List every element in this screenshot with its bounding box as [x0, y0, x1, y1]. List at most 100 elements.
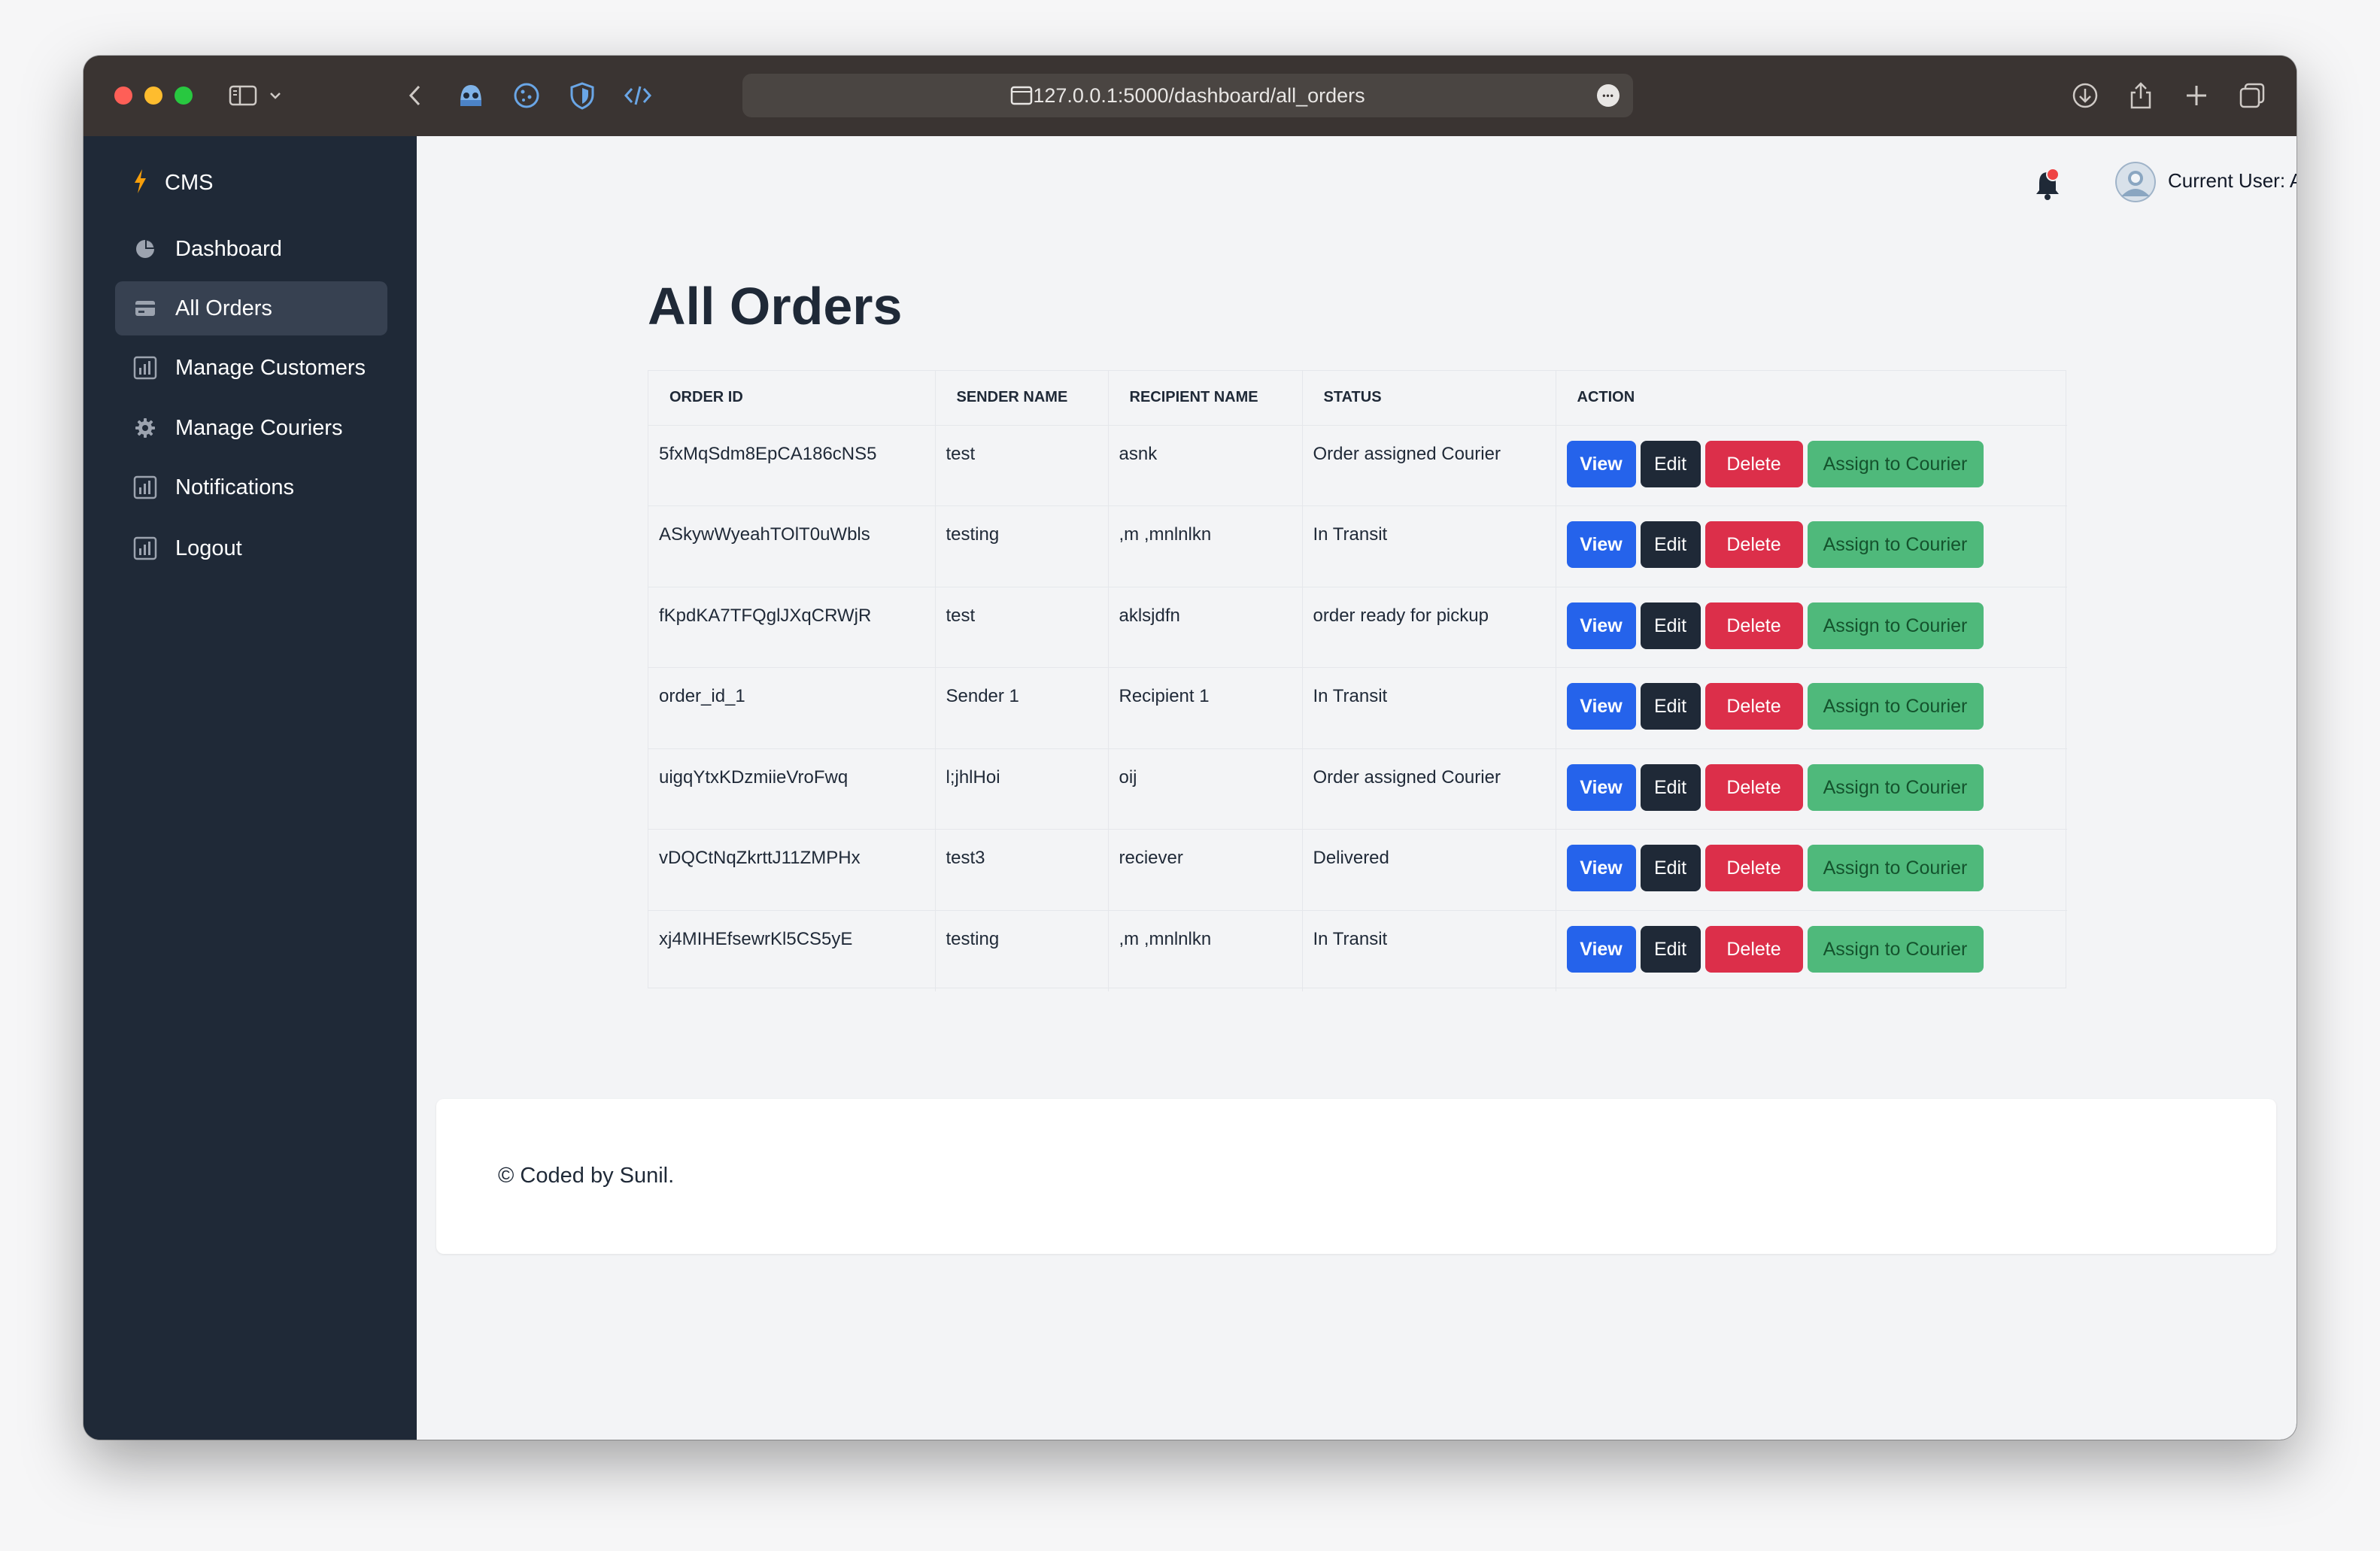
order-id-cell: uigqYtxKDzmiieVroFwq: [648, 748, 936, 830]
sender-name-cell: testing: [935, 910, 1109, 991]
sidebar-toggle-icon[interactable]: [226, 78, 261, 113]
table-row: fKpdKA7TFQglJXqCRWjR test aklsjdfn order…: [648, 587, 2067, 668]
back-arrow-icon[interactable]: [398, 78, 433, 113]
bar-chart-icon: [132, 535, 159, 562]
column-header-sender-name: SENDER NAME: [935, 371, 1109, 426]
sender-name-cell: Sender 1: [935, 667, 1109, 749]
download-icon[interactable]: [2068, 78, 2102, 113]
chevron-down-icon[interactable]: [264, 78, 287, 113]
action-cell: View Edit Delete Assign to Courier: [1556, 505, 2067, 587]
view-button[interactable]: View: [1566, 521, 1636, 568]
lightning-icon: [132, 168, 148, 199]
delete-button[interactable]: Delete: [1705, 763, 1803, 811]
pie-chart-icon: [132, 235, 159, 263]
status-cell: Order assigned Courier: [1302, 748, 1556, 830]
url-text: 127.0.0.1:5000/dashboard/all_orders: [1033, 84, 1365, 107]
view-button[interactable]: View: [1566, 683, 1636, 730]
new-tab-icon[interactable]: [2179, 78, 2214, 113]
order-id-cell: 5fxMqSdm8EpCA186cNS5: [648, 425, 936, 506]
assign-to-courier-button[interactable]: Assign to Courier: [1807, 925, 1984, 973]
edit-button[interactable]: Edit: [1640, 683, 1701, 730]
more-options-icon[interactable]: •••: [1597, 84, 1620, 107]
order-id-cell: ASkywWyeahTOlT0uWbls: [648, 505, 936, 587]
assign-to-courier-button[interactable]: Assign to Courier: [1807, 763, 1984, 811]
edit-button[interactable]: Edit: [1640, 925, 1701, 973]
browser-toolbar: 127.0.0.1:5000/dashboard/all_orders •••: [83, 56, 2297, 136]
tab-overview-icon[interactable]: [2235, 78, 2269, 113]
zoom-window-button[interactable]: [175, 87, 193, 105]
action-cell: View Edit Delete Assign to Courier: [1556, 425, 2067, 506]
action-cell: View Edit Delete Assign to Courier: [1556, 748, 2067, 830]
sidebar-item-manage-couriers[interactable]: Manage Couriers: [115, 401, 387, 455]
browser-window: 127.0.0.1:5000/dashboard/all_orders ••• …: [83, 56, 2297, 1440]
sender-name-cell: l;jhlHoi: [935, 748, 1109, 830]
table-row: uigqYtxKDzmiieVroFwq l;jhlHoi oij Order …: [648, 748, 2067, 830]
notification-badge: [2046, 168, 2060, 181]
close-window-button[interactable]: [114, 87, 132, 105]
assign-to-courier-button[interactable]: Assign to Courier: [1807, 683, 1984, 730]
assign-to-courier-button[interactable]: Assign to Courier: [1807, 521, 1984, 568]
sidebar-item-label: Manage Customers: [175, 355, 366, 380]
extension-ghost-icon[interactable]: [454, 78, 488, 113]
edit-button[interactable]: Edit: [1640, 521, 1701, 568]
address-bar[interactable]: 127.0.0.1:5000/dashboard/all_orders •••: [742, 74, 1633, 117]
status-cell: In Transit: [1302, 910, 1556, 991]
assign-to-courier-button[interactable]: Assign to Courier: [1807, 845, 1984, 891]
delete-button[interactable]: Delete: [1705, 521, 1803, 568]
status-cell: Delivered: [1302, 829, 1556, 911]
status-cell: In Transit: [1302, 505, 1556, 587]
extension-code-icon[interactable]: [621, 78, 655, 113]
sidebar-item-logout[interactable]: Logout: [115, 521, 387, 575]
edit-button[interactable]: Edit: [1640, 440, 1701, 487]
edit-button[interactable]: Edit: [1640, 602, 1701, 649]
minimize-window-button[interactable]: [144, 87, 162, 105]
delete-button[interactable]: Delete: [1705, 845, 1803, 891]
edit-button[interactable]: Edit: [1640, 845, 1701, 891]
delete-button[interactable]: Delete: [1705, 925, 1803, 973]
action-cell: View Edit Delete Assign to Courier: [1556, 829, 2067, 911]
sidebar: CMS Dashboard All Orders Manage Customer…: [83, 136, 417, 1440]
assign-to-courier-button[interactable]: Assign to Courier: [1807, 602, 1984, 649]
avatar[interactable]: [2115, 162, 2156, 202]
view-button[interactable]: View: [1566, 763, 1636, 811]
sidebar-item-dashboard[interactable]: Dashboard: [115, 222, 387, 276]
column-header-recipient-name: RECIPIENT NAME: [1108, 371, 1303, 426]
bar-chart-icon: [132, 474, 159, 501]
table-header-row: ORDER ID SENDER NAME RECIPIENT NAME STAT…: [648, 371, 2067, 426]
brand[interactable]: CMS: [132, 168, 213, 198]
table-row: xj4MIHEfsewrKl5CS5yE testing ,m ,mnlnlkn…: [648, 910, 2067, 991]
table-row: ASkywWyeahTOlT0uWbls testing ,m ,mnlnlkn…: [648, 505, 2067, 587]
column-header-status: STATUS: [1302, 371, 1556, 426]
sidebar-item-label: Logout: [175, 536, 242, 560]
view-button[interactable]: View: [1566, 925, 1636, 973]
footer-credit: © Coded by Sunil.: [498, 1164, 675, 1188]
credit-card-icon: [132, 295, 159, 322]
edit-button[interactable]: Edit: [1640, 763, 1701, 811]
order-id-cell: order_id_1: [648, 667, 936, 749]
sidebar-item-notifications[interactable]: Notifications: [115, 460, 387, 514]
view-button[interactable]: View: [1566, 602, 1636, 649]
main-content: Current User: ADMIN All Orders ORDER ID …: [417, 136, 2297, 1440]
view-button[interactable]: View: [1566, 845, 1636, 891]
delete-button[interactable]: Delete: [1705, 602, 1803, 649]
view-button[interactable]: View: [1566, 440, 1636, 487]
sidebar-item-label: Manage Couriers: [175, 415, 343, 440]
extension-shield-icon[interactable]: [565, 78, 600, 113]
gear-icon: [132, 414, 159, 442]
sidebar-item-manage-customers[interactable]: Manage Customers: [115, 341, 387, 395]
brand-label: CMS: [165, 170, 214, 195]
sidebar-item-label: Dashboard: [175, 236, 282, 261]
delete-button[interactable]: Delete: [1705, 683, 1803, 730]
status-cell: Order assigned Courier: [1302, 425, 1556, 506]
delete-button[interactable]: Delete: [1705, 440, 1803, 487]
column-header-order-id: ORDER ID: [648, 371, 936, 426]
action-cell: View Edit Delete Assign to Courier: [1556, 587, 2067, 668]
sidebar-item-all-orders[interactable]: All Orders: [115, 281, 387, 335]
recipient-name-cell: reciever: [1108, 829, 1303, 911]
sender-name-cell: test3: [935, 829, 1109, 911]
share-icon[interactable]: [2123, 78, 2158, 113]
assign-to-courier-button[interactable]: Assign to Courier: [1807, 440, 1984, 487]
bar-chart-icon: [132, 354, 159, 381]
extension-cookie-icon[interactable]: [509, 78, 544, 113]
action-cell: View Edit Delete Assign to Courier: [1556, 910, 2067, 991]
